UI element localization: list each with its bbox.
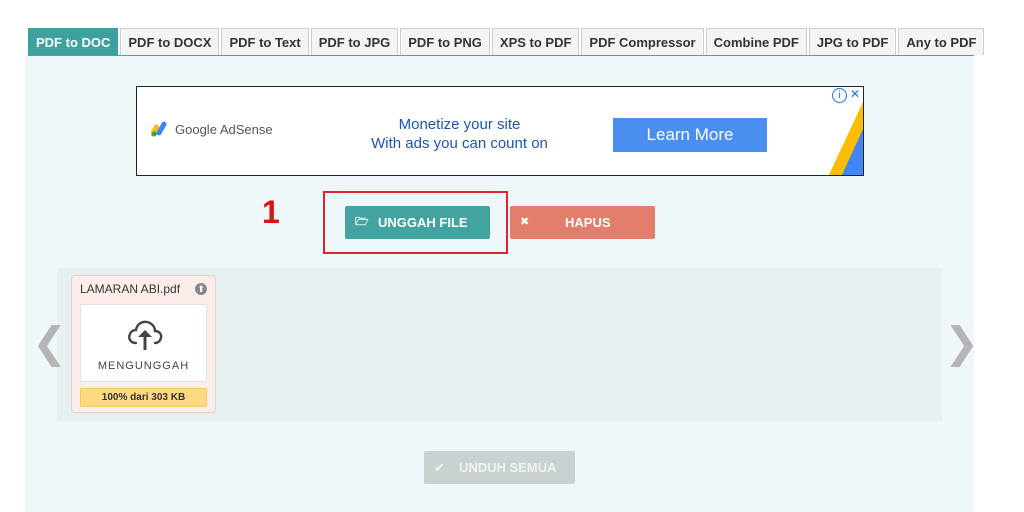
previous-arrow-icon[interactable]: ❮: [32, 322, 67, 364]
tab-xps-to-pdf[interactable]: XPS to PDF: [491, 28, 580, 55]
adsense-logo: Google AdSense: [151, 121, 273, 137]
ad-banner[interactable]: Google AdSense Monetize your site With a…: [136, 86, 864, 176]
ad-headline[interactable]: Monetize your site With ads you can coun…: [367, 115, 552, 153]
remove-file-icon[interactable]: ⬆: [195, 283, 207, 295]
learn-more-button[interactable]: Learn More: [613, 118, 767, 152]
tab-pdf-compressor[interactable]: PDF Compressor: [581, 28, 704, 55]
file-thumbnail: MENGUNGGAH: [80, 304, 207, 382]
upload-file-button[interactable]: 🗁 UNGGAH FILE: [345, 206, 490, 239]
file-card[interactable]: LAMARAN ABI.pdf ⬆ MENGUNGGAH 100% dari 3…: [71, 275, 216, 413]
progress-bar: 100% dari 303 KB: [80, 388, 207, 407]
step-number-annotation: 1: [262, 194, 280, 230]
tab-combine-pdf[interactable]: Combine PDF: [705, 28, 807, 55]
close-icon: ✖: [520, 216, 530, 228]
tab-pdf-to-png[interactable]: PDF to PNG: [400, 28, 490, 55]
tab-any-to-pdf[interactable]: Any to PDF: [898, 28, 985, 55]
ad-line-2: With ads you can count on: [371, 135, 548, 152]
clear-label: HAPUS: [565, 215, 611, 230]
next-arrow-icon[interactable]: ❯: [944, 322, 979, 364]
download-all-label: UNDUH SEMUA: [459, 460, 557, 475]
upload-file-label: UNGGAH FILE: [378, 215, 468, 230]
tab-pdf-to-doc[interactable]: PDF to DOC: [28, 28, 119, 55]
clear-button[interactable]: ✖ HAPUS: [510, 206, 655, 239]
folder-open-icon: 🗁: [355, 216, 369, 228]
tab-jpg-to-pdf[interactable]: JPG to PDF: [808, 28, 897, 55]
ad-info-icon[interactable]: i: [832, 88, 847, 103]
adsense-brand: Google AdSense: [175, 121, 273, 137]
tool-tabs: PDF to DOC PDF to DOCX PDF to Text PDF to J…: [28, 26, 985, 57]
tab-pdf-to-docx[interactable]: PDF to DOCX: [120, 28, 220, 55]
ad-close-icon[interactable]: ✕: [849, 88, 861, 101]
adsense-icon: [151, 121, 167, 137]
tab-pdf-to-text[interactable]: PDF to Text: [221, 28, 309, 55]
progress-text: 100% dari 303 KB: [101, 392, 186, 403]
tab-pdf-to-jpg[interactable]: PDF to JPG: [310, 28, 399, 55]
file-name: LAMARAN ABI.pdf: [80, 282, 181, 296]
download-all-button[interactable]: ✔ UNDUH SEMUA: [424, 451, 575, 484]
check-icon: ✔: [434, 460, 445, 475]
cloud-upload-icon: [128, 320, 163, 350]
upload-status: MENGUNGGAH: [97, 360, 190, 372]
ad-line-1: Monetize your site: [398, 116, 521, 133]
